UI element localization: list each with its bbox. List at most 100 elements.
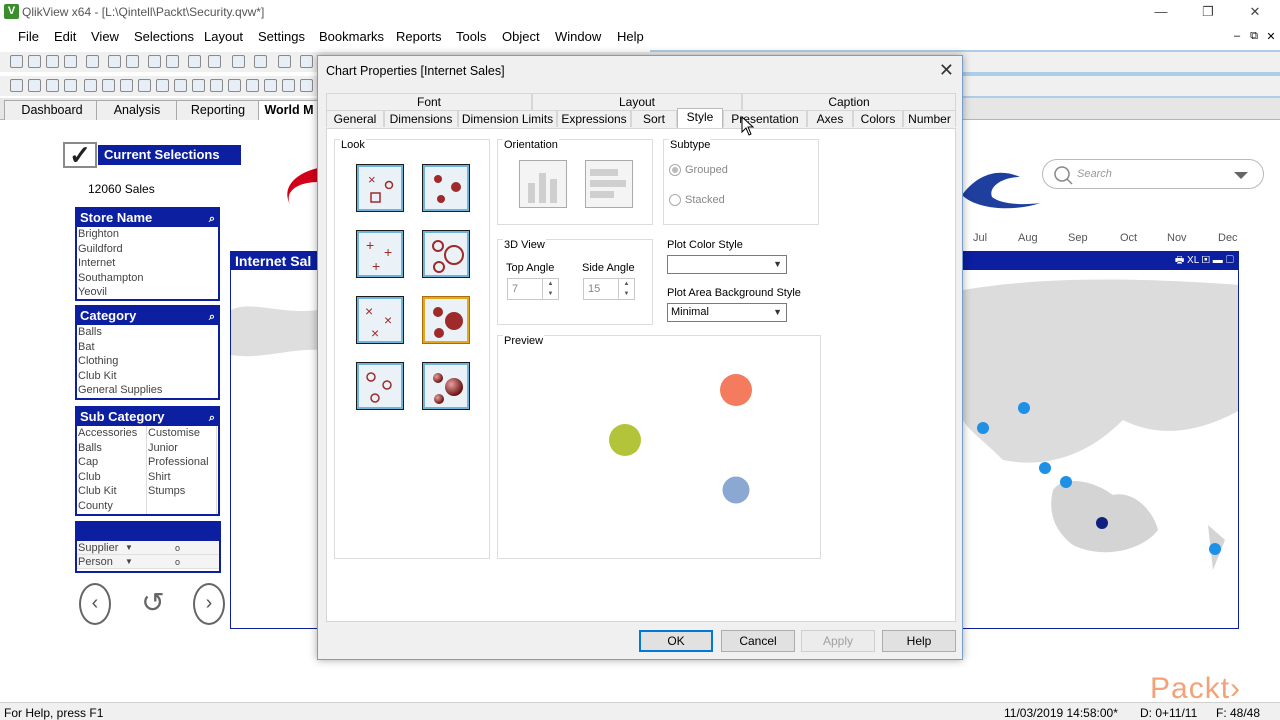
sheet-icon[interactable] (10, 79, 23, 92)
look-option-selected[interactable] (422, 296, 470, 344)
slider-icon[interactable] (138, 79, 151, 92)
print-icon[interactable] (86, 55, 99, 68)
apply-button[interactable]: Apply (801, 630, 875, 652)
list-item[interactable]: Club Kit (77, 484, 147, 499)
menu-bookmarks[interactable]: Bookmarks (319, 29, 384, 44)
open-icon[interactable] (28, 55, 41, 68)
look-option[interactable]: × (356, 164, 404, 212)
current-selections-title[interactable]: Current Selections (98, 145, 241, 165)
menu-tools[interactable]: Tools (456, 29, 486, 44)
list-item[interactable]: County (77, 498, 147, 514)
horizontal-orientation-icon[interactable] (585, 160, 633, 208)
look-option[interactable]: × × × (356, 296, 404, 344)
tab-colors[interactable]: Colors (853, 110, 903, 127)
tab-dashboard[interactable]: Dashboard (4, 100, 100, 120)
dropdown-arrow-icon[interactable]: ▼ (125, 541, 133, 555)
list-item[interactable]: Stumps (147, 484, 217, 499)
mdi-restore-icon[interactable]: ⧉ (1247, 30, 1261, 44)
chevron-down-icon[interactable] (1233, 171, 1249, 181)
clear-icon[interactable] (208, 55, 221, 68)
dropdown-arrow-icon[interactable]: ▼ (125, 555, 133, 569)
menu-settings[interactable]: Settings (258, 29, 305, 44)
tab-analysis[interactable]: Analysis (96, 100, 178, 120)
tab-dimensions[interactable]: Dimensions (384, 110, 458, 127)
tab-sort[interactable]: Sort (631, 110, 677, 127)
grouped-radio[interactable] (669, 164, 681, 176)
list-item[interactable]: General Supplies (77, 383, 218, 398)
reload-data-icon[interactable] (126, 55, 139, 68)
map-point[interactable] (1096, 517, 1108, 529)
mdi-minimize-icon[interactable]: – (1230, 30, 1244, 44)
map-point[interactable] (1060, 476, 1072, 488)
undo-icon[interactable] (148, 55, 161, 68)
reset-icon[interactable]: ↺ (137, 583, 169, 625)
save-icon[interactable] (64, 55, 77, 68)
menu-help[interactable]: Help (617, 29, 644, 44)
restore-icon[interactable]: ❐ (1185, 2, 1231, 22)
help-button[interactable]: Help (882, 630, 956, 652)
multibox-row[interactable]: Person ▼ o (77, 555, 219, 569)
statistics-icon[interactable] (120, 79, 133, 92)
line-arrow-icon[interactable] (246, 79, 259, 92)
spin-down-icon[interactable]: ▼ (618, 289, 634, 299)
list-item[interactable]: Accessories (77, 426, 147, 441)
sum-icon[interactable] (102, 79, 115, 92)
forward-button[interactable]: › (193, 583, 225, 625)
search-icon[interactable]: ⌕ (209, 308, 215, 326)
menu-reports[interactable]: Reports (396, 29, 442, 44)
calendar-icon[interactable] (156, 79, 169, 92)
minimize-icon[interactable]: — (1138, 2, 1184, 22)
multibox-row[interactable]: Supplier ▼ o (77, 541, 219, 555)
map-point[interactable] (1018, 402, 1030, 414)
container-icon[interactable] (300, 79, 313, 92)
list-item[interactable]: Internet (77, 256, 218, 271)
bookmark-object-icon[interactable] (282, 79, 295, 92)
look-option[interactable] (422, 230, 470, 278)
find-icon[interactable] (188, 55, 201, 68)
menu-object[interactable]: Object (502, 29, 540, 44)
spin-up-icon[interactable]: ▲ (618, 279, 634, 289)
vertical-orientation-icon[interactable] (519, 160, 567, 208)
list-item[interactable]: Shirt (147, 469, 217, 485)
menu-window[interactable]: Window (555, 29, 601, 44)
tab-general[interactable]: General (326, 110, 384, 127)
list-item[interactable]: Balls (77, 325, 218, 340)
mdi-close-icon[interactable]: ✕ (1264, 30, 1278, 44)
plot-color-style-select[interactable]: ▼ (667, 255, 787, 274)
close-icon[interactable]: ✕ (1232, 2, 1278, 22)
list-item[interactable]: Professional (147, 455, 217, 470)
look-option[interactable] (422, 164, 470, 212)
side-angle-stepper[interactable]: 15 ▲ ▼ (583, 278, 635, 300)
map-point[interactable] (977, 422, 989, 434)
tab-dimension-limits[interactable]: Dimension Limits (458, 110, 557, 127)
list-item[interactable]: Clothing (77, 354, 218, 369)
tab-style[interactable]: Style (677, 108, 723, 128)
redo-icon[interactable] (166, 55, 179, 68)
lock-icon[interactable] (278, 55, 291, 68)
list-item[interactable]: Bat (77, 340, 218, 355)
tab-caption[interactable]: Caption (742, 93, 956, 110)
chart-object-icon[interactable] (84, 79, 97, 92)
look-option[interactable] (422, 362, 470, 410)
list-item[interactable]: Cap (77, 455, 147, 470)
look-option[interactable]: + + + (356, 230, 404, 278)
tab-number[interactable]: Number (903, 110, 956, 127)
menu-edit[interactable]: Edit (54, 29, 76, 44)
map-point[interactable] (1209, 543, 1221, 555)
list-item[interactable]: Junior (147, 440, 217, 456)
multibox-icon[interactable] (46, 79, 59, 92)
spin-up-icon[interactable]: ▲ (542, 279, 558, 289)
back-button[interactable]: ‹ (79, 583, 111, 625)
tablebox-icon[interactable] (64, 79, 77, 92)
menu-file[interactable]: File (18, 29, 39, 44)
chart-icon[interactable] (232, 55, 245, 68)
tab-expressions[interactable]: Expressions (557, 110, 631, 127)
plot-area-bg-select[interactable]: Minimal ▼ (667, 303, 787, 322)
search-input[interactable]: Search (1042, 159, 1264, 189)
edit-script-icon[interactable] (108, 55, 121, 68)
bookmark-icon[interactable] (254, 55, 267, 68)
tab-world-map[interactable]: World M (258, 100, 320, 120)
tab-font[interactable]: Font (326, 93, 532, 110)
listbox-icon[interactable] (28, 79, 41, 92)
map-point[interactable] (1039, 462, 1051, 474)
